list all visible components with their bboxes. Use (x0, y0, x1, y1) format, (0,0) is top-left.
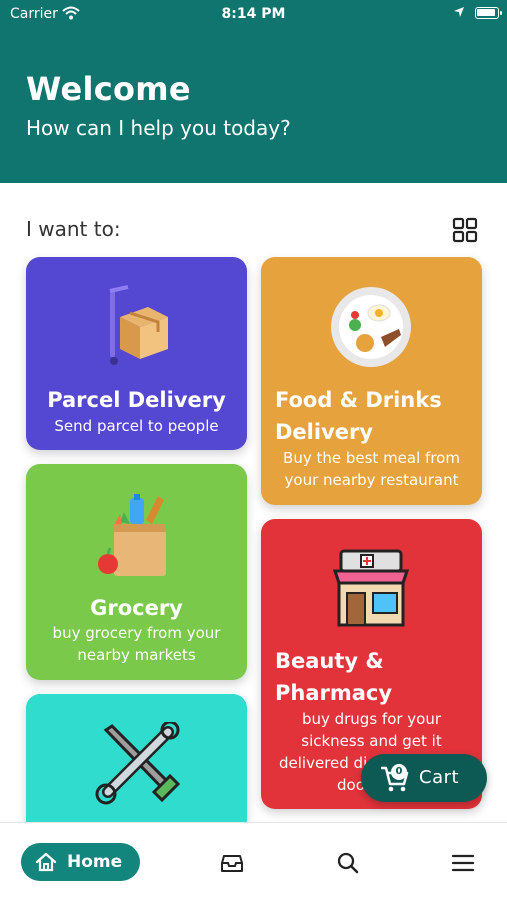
parcel-box-icon (109, 285, 168, 365)
nav-home-button[interactable]: Home (21, 843, 140, 881)
app-screen: Carrier 8:14 PM Welcome How can I help y… (0, 0, 507, 900)
grocery-card-desc-line2: nearby markets (77, 646, 196, 664)
battery-icon (475, 7, 502, 19)
grid-view-icon[interactable] (452, 217, 478, 243)
page-subtitle: How can I help you today? (26, 116, 291, 140)
pharmacy-store-icon (332, 549, 410, 627)
food-card-title-line1: Food & Drinks (275, 388, 442, 412)
food-card-desc-line1: Buy the best meal from (283, 449, 460, 467)
nav-home-label: Home (67, 852, 123, 872)
food-card-title-line2: Delivery (275, 420, 374, 444)
bottom-nav: Home (0, 822, 507, 900)
cart-button[interactable]: 0 Cart (361, 754, 487, 802)
grocery-card-title: Grocery (90, 596, 183, 620)
food-card-desc-line2: your nearby restaurant (284, 471, 459, 489)
pharmacy-card-desc-line2: sickness and get it (301, 732, 442, 750)
pharmacy-card-desc-line3: delivered di (279, 754, 368, 772)
pharmacy-card-title-line1: Beauty & (275, 649, 384, 673)
tools-icon (95, 722, 180, 805)
cart-count-badge: 0 (391, 764, 407, 780)
parcel-card-title: Parcel Delivery (47, 388, 226, 412)
parcel-delivery-card[interactable]: Parcel Delivery Send parcel to people (26, 257, 247, 450)
grocery-card-desc-line1: buy grocery from your (52, 624, 221, 642)
food-drinks-card[interactable]: Food & Drinks Delivery Buy the best meal… (261, 257, 482, 505)
status-bar: Carrier 8:14 PM (0, 0, 507, 28)
header: Carrier 8:14 PM Welcome How can I help y… (0, 0, 507, 183)
menu-icon[interactable] (451, 851, 475, 875)
pharmacy-card-desc-line1: buy drugs for your (301, 710, 442, 728)
inbox-icon[interactable] (220, 851, 244, 875)
grocery-card[interactable]: Grocery buy grocery from your nearby mar… (26, 464, 247, 680)
cart-label: Cart (419, 767, 460, 788)
location-arrow-icon (454, 7, 464, 17)
pharmacy-card-title-line2: Pharmacy (275, 681, 393, 705)
meal-plate-icon (331, 287, 411, 367)
home-icon (35, 852, 57, 872)
section-title: I want to: (26, 217, 121, 241)
grocery-bag-icon (98, 494, 166, 576)
parcel-card-desc: Send parcel to people (54, 417, 219, 435)
search-icon[interactable] (336, 851, 360, 875)
status-time: 8:14 PM (221, 6, 286, 22)
page-title: Welcome (26, 70, 191, 108)
